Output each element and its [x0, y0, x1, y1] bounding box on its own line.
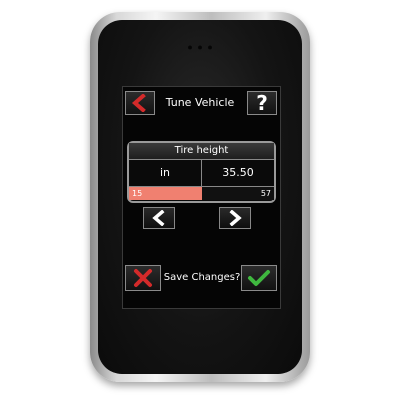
speaker-grille — [187, 45, 213, 50]
setting-value[interactable]: 35.50 — [202, 160, 274, 186]
decrease-button[interactable] — [143, 207, 175, 229]
range-bar[interactable]: 15 57 — [129, 187, 274, 200]
stage: Tune Vehicle ? Tire height in 35.50 15 5… — [0, 0, 400, 400]
x-icon — [134, 269, 152, 287]
back-button[interactable] — [125, 91, 155, 115]
help-button[interactable]: ? — [247, 91, 277, 115]
chevron-left-icon — [152, 210, 165, 226]
chevron-right-icon — [229, 210, 242, 226]
unit-label: in — [129, 160, 202, 186]
range-min-label: 15 — [132, 189, 143, 198]
checkmark-icon — [248, 270, 270, 286]
back-arrow-icon — [131, 94, 146, 112]
question-mark-icon: ? — [256, 91, 268, 115]
save-changes-row: Save Changes? — [123, 264, 280, 292]
value-row: in 35.50 — [129, 160, 274, 187]
touch-screen: Tune Vehicle ? Tire height in 35.50 15 5… — [122, 86, 281, 309]
title-bar: Tune Vehicle ? — [123, 90, 280, 116]
save-changes-prompt: Save Changes? — [163, 272, 241, 283]
page-title: Tune Vehicle — [165, 96, 235, 109]
increase-button[interactable] — [219, 207, 251, 229]
cancel-button[interactable] — [125, 265, 161, 291]
setting-name: Tire height — [129, 143, 274, 160]
setting-panel: Tire height in 35.50 15 57 — [127, 141, 276, 203]
range-max-label: 57 — [260, 189, 271, 198]
confirm-button[interactable] — [241, 265, 277, 291]
